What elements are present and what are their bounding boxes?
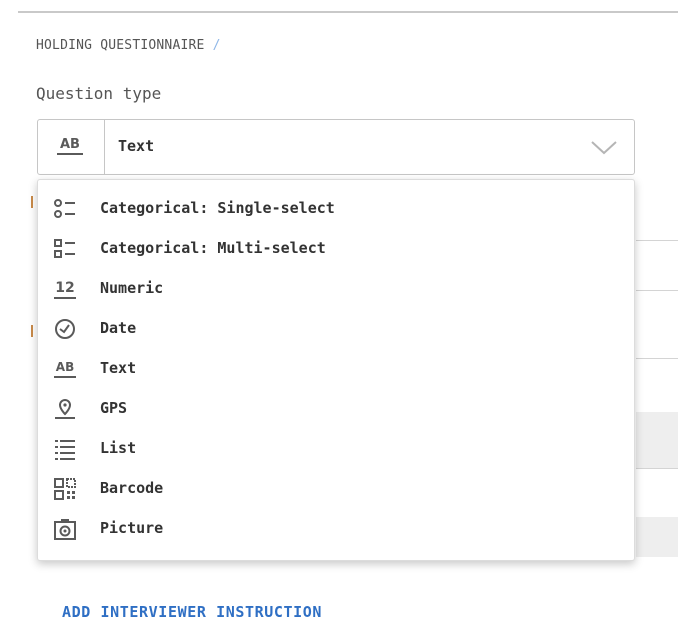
menu-item-date[interactable]: Date (38, 309, 634, 349)
menu-item-label: Text (100, 359, 137, 377)
text-ab-icon: AB (53, 357, 77, 381)
svg-text:12: 12 (55, 280, 74, 296)
menu-item-label: Date (100, 319, 137, 337)
multi-select-icon (53, 237, 77, 261)
menu-item-label: Barcode (100, 479, 164, 497)
background-field-border (636, 240, 678, 241)
menu-item-label: Numeric (100, 279, 164, 297)
selected-type-value: Text (118, 137, 155, 155)
menu-item-multi-select[interactable]: Categorical: Multi-select (38, 229, 634, 269)
location-pin-icon (53, 397, 77, 421)
menu-item-label: Categorical: Multi-select (100, 239, 326, 257)
menu-item-list[interactable]: List (38, 429, 634, 469)
background-field-border (636, 358, 678, 359)
barcode-icon (53, 477, 77, 501)
breadcrumb-separator: / (212, 38, 221, 53)
menu-item-barcode[interactable]: Barcode (38, 469, 634, 509)
background-field-border (636, 290, 678, 291)
breadcrumb: HOLDING QUESTIONNAIRE / (36, 38, 221, 53)
background-field-border (636, 468, 678, 469)
menu-item-label: List (100, 439, 137, 457)
list-icon (53, 437, 77, 461)
numeric-12-icon: 12 (53, 277, 77, 301)
menu-item-label: GPS (100, 399, 128, 417)
background-field-fill (636, 412, 678, 468)
background-accent-mark (31, 196, 33, 208)
question-type-menu: Categorical: Single-select Categorical: … (37, 179, 635, 561)
breadcrumb-section[interactable]: HOLDING QUESTIONNAIRE (36, 38, 205, 53)
camera-icon (53, 517, 77, 541)
menu-item-single-select[interactable]: Categorical: Single-select (38, 189, 634, 229)
menu-item-text[interactable]: AB Text (38, 349, 634, 389)
selected-type-icon-cell: AB (38, 120, 105, 174)
menu-item-gps[interactable]: GPS (38, 389, 634, 429)
add-interviewer-instruction-link[interactable]: ADD INTERVIEWER INSTRUCTION (62, 603, 322, 621)
question-type-select[interactable]: AB Text (37, 119, 635, 175)
menu-item-label: Categorical: Single-select (100, 199, 335, 217)
question-type-label: Question type (36, 84, 162, 103)
chevron-down-icon[interactable] (590, 138, 618, 156)
menu-item-numeric[interactable]: 12 Numeric (38, 269, 634, 309)
background-accent-mark (31, 325, 33, 337)
menu-item-picture[interactable]: Picture (38, 509, 634, 549)
svg-text:AB: AB (60, 137, 80, 152)
text-ab-icon: AB (55, 134, 85, 158)
clock-icon (53, 317, 77, 341)
top-divider (18, 11, 678, 13)
background-field-fill (636, 517, 678, 557)
svg-text:AB: AB (56, 360, 74, 374)
single-select-icon (53, 197, 77, 221)
menu-item-label: Picture (100, 519, 164, 537)
